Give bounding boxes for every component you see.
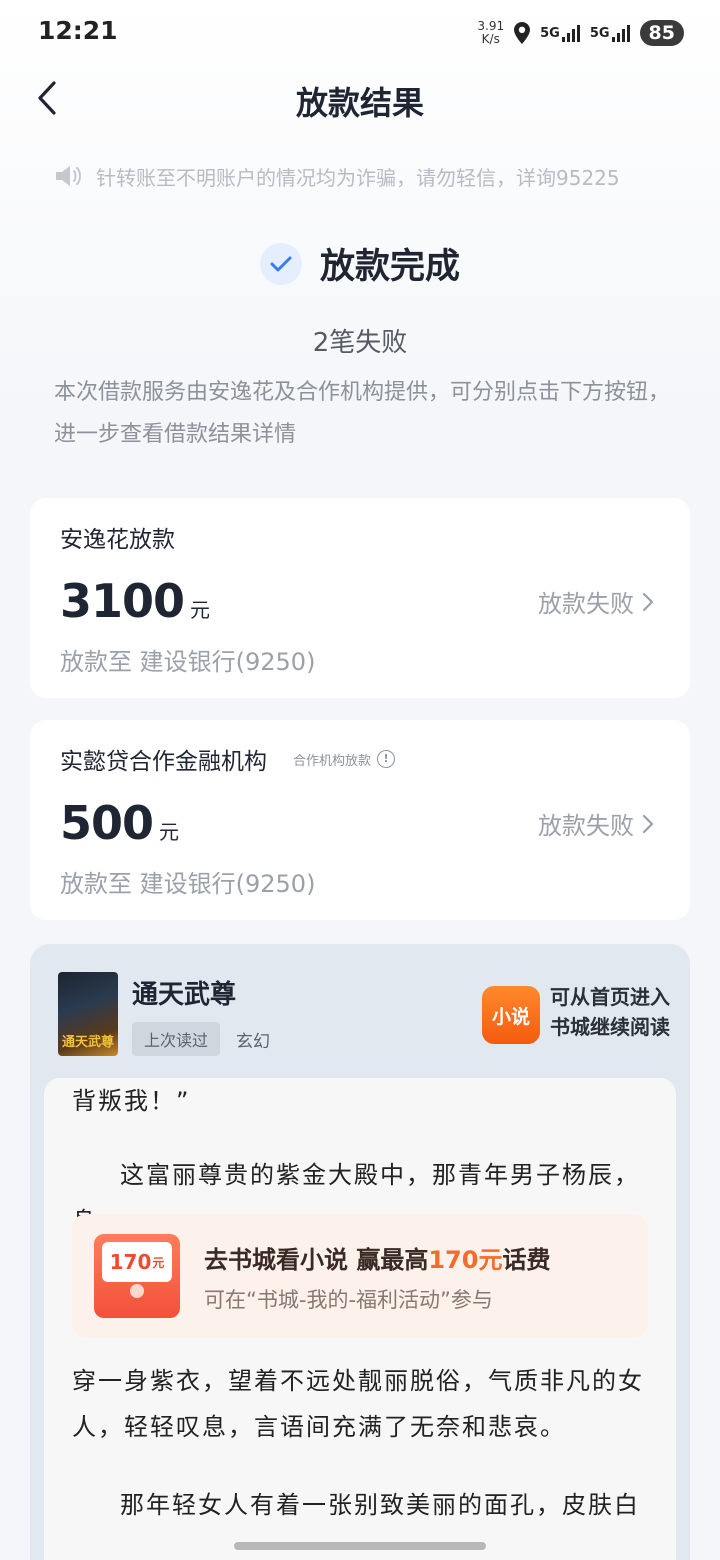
signal-sim2-icon: 5G (590, 24, 630, 42)
bookstore-hint: 可从首页进入 书城继续阅读 (550, 985, 670, 1039)
loan-amount: 500 元 (60, 796, 180, 850)
page-title: 放款结果 (295, 84, 424, 122)
loan-status-link[interactable]: 放款失败 (538, 806, 654, 841)
paragraph: 那年轻女人有着一张别致美丽的面孔，皮肤白 (120, 1491, 640, 1519)
fail-count: 2笔失败 (312, 328, 408, 358)
genre-tag: 玄幻 (236, 1032, 270, 1052)
novel-panel[interactable]: 通天武尊 通天武尊 上次读过 玄幻 小说 可从首页进入 书城继续阅读 背叛我！”… (30, 944, 690, 1560)
fraud-notice: 针转账至不明账户的情况均为诈骗，请勿轻信，详询95225 (54, 158, 674, 194)
reader-content[interactable]: 背叛我！” 这富丽尊贵的紫金大殿中，那青年男子杨辰，身 170元 去书城看小说 … (44, 1078, 676, 1560)
loan-amount: 3100 元 (60, 574, 211, 628)
loan-destination: 放款至 建设银行(9250) (60, 870, 316, 898)
paragraph: 背叛我！” (72, 1087, 191, 1115)
loan-status-link[interactable]: 放款失败 (538, 584, 654, 619)
home-indicator[interactable] (234, 1542, 486, 1550)
book-title[interactable]: 通天武尊 (132, 974, 236, 1011)
loan-card[interactable]: 实懿贷合作金融机构 合作机构放款 ! 500 元 放款失败 放款至 建设银行(9… (30, 720, 690, 920)
battery-indicator: 85 (639, 20, 684, 46)
nav-bar: 放款结果 (0, 64, 720, 134)
last-read-tag: 上次读过 (132, 1022, 221, 1056)
result-title: 放款完成 (319, 247, 460, 287)
paragraph: 穿一身紫衣，望着不远处靓丽脱俗，气质非凡的女人，轻轻叹息，言语间充满了无奈和悲哀… (72, 1367, 644, 1441)
chevron-right-icon (642, 814, 654, 833)
speaker-icon (56, 166, 81, 186)
novel-app-icon[interactable]: 小说 (482, 986, 540, 1044)
chevron-right-icon (642, 592, 654, 611)
status-bar: 12:21 3.91 K/s 5G 5G 85 (0, 0, 720, 64)
loan-card[interactable]: 安逸花放款 3100 元 放款失败 放款至 建设银行(9250) (30, 498, 690, 698)
status-icons: 3.91 K/s 5G 5G 85 (477, 16, 684, 50)
result-description: 本次借款服务由安逸花及合作机构提供，可分别点击下方按钮，进一步查看借款结果详情 (54, 380, 671, 447)
promo-banner[interactable]: 170 元 去书城看小说 赢最高170元话费 可在“书城-我的-福利活动”参与 (72, 1214, 648, 1338)
promo-subtitle: 可在“书城-我的-福利活动”参与 (204, 1288, 493, 1312)
loan-destination: 放款至 建设银行(9250) (60, 648, 316, 676)
result-header: 放款完成 (0, 238, 720, 289)
book-cover[interactable]: 通天武尊 (58, 972, 118, 1056)
signal-sim1-icon: 5G (540, 24, 580, 42)
clock: 12:21 (38, 16, 118, 45)
promo-title: 去书城看小说 赢最高170元话费 (204, 1246, 551, 1274)
location-icon (514, 22, 531, 44)
lender-name: 实懿贷合作金融机构 合作机构放款 ! (60, 742, 396, 776)
partner-label[interactable]: 合作机构放款 ! (293, 750, 396, 769)
network-speed: 3.91 K/s (477, 19, 505, 46)
lender-name: 安逸花放款 (60, 527, 175, 553)
notice-text: 针转账至不明账户的情况均为诈骗，请勿轻信，详询95225 (96, 165, 620, 190)
info-icon: ! (377, 750, 396, 768)
coupon-icon: 170 元 (94, 1234, 180, 1318)
check-icon (259, 242, 302, 285)
